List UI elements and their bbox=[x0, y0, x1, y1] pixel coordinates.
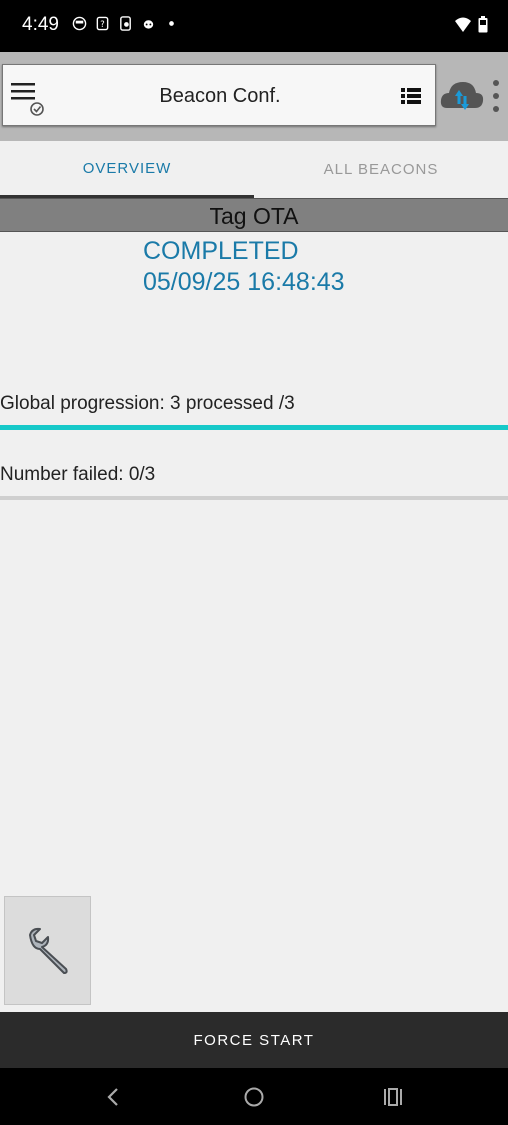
tool-button[interactable] bbox=[4, 896, 91, 1005]
global-progress-fill bbox=[0, 425, 508, 430]
back-icon[interactable] bbox=[100, 1084, 128, 1110]
cloud-sync-icon[interactable] bbox=[439, 74, 485, 116]
status-system-icons bbox=[454, 16, 488, 33]
status-time: 4:49 bbox=[22, 14, 59, 35]
section-title: Tag OTA bbox=[0, 198, 508, 232]
phone-icon bbox=[120, 16, 131, 31]
toolbar-title-box: Beacon Conf. bbox=[2, 64, 436, 126]
ota-status-block: COMPLETED 05/09/25 16:48:43 bbox=[143, 236, 345, 298]
wifi-icon bbox=[455, 17, 471, 32]
app-toolbar: Beacon Conf. bbox=[0, 52, 508, 141]
failed-count-label: Number failed: 0/3 bbox=[0, 464, 156, 485]
ota-status: COMPLETED bbox=[143, 237, 299, 265]
tab-bar: OVERVIEW ALL BEACONS bbox=[0, 141, 508, 198]
wrench-icon bbox=[28, 927, 68, 974]
dot-icon bbox=[169, 21, 174, 26]
failed-progress-bar bbox=[0, 496, 508, 500]
force-start-button[interactable]: FORCE START bbox=[0, 1012, 508, 1068]
notification-icon bbox=[72, 16, 87, 31]
list-icon[interactable] bbox=[399, 85, 423, 107]
face-icon bbox=[143, 20, 154, 29]
status-bar: 4:49 ? bbox=[0, 0, 508, 52]
system-nav-bar bbox=[0, 1068, 508, 1125]
app-title: Beacon Conf. bbox=[159, 85, 281, 107]
status-notification-icons: ? bbox=[72, 16, 179, 31]
battery-icon bbox=[478, 16, 488, 33]
tab-overview[interactable]: OVERVIEW bbox=[0, 141, 254, 198]
more-vert-icon[interactable] bbox=[488, 78, 504, 116]
global-progress-label: Global progression: 3 processed /3 bbox=[0, 393, 295, 414]
home-icon[interactable] bbox=[240, 1084, 268, 1110]
svg-text:?: ? bbox=[100, 19, 104, 29]
recents-icon[interactable] bbox=[379, 1084, 407, 1110]
sim-icon: ? bbox=[96, 16, 109, 31]
global-progress-bar bbox=[0, 425, 508, 430]
tab-all-beacons[interactable]: ALL BEACONS bbox=[254, 141, 508, 198]
ota-timestamp: 05/09/25 16:48:43 bbox=[143, 268, 345, 296]
